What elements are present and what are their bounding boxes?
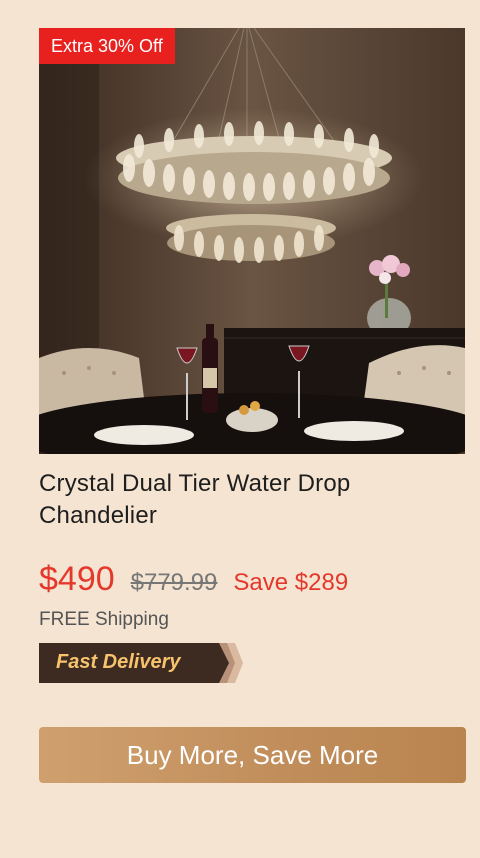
original-price: $779.99 [130,569,218,596]
chandelier-photo [39,28,465,454]
sale-price: $490 [39,560,115,598]
shipping-text: FREE Shipping [39,609,169,630]
fast-delivery-label: Fast Delivery [56,651,181,673]
product-image[interactable]: Extra 30% Off [39,28,465,454]
fast-delivery-tag: Fast Delivery [39,643,243,683]
discount-badge: Extra 30% Off [39,28,175,64]
price-row: $490 $779.99 Save $289 [39,560,465,599]
product-card[interactable]: Extra 30% Off Crystal Dual Tier Water Dr… [39,28,465,683]
buy-more-save-more-button[interactable]: Buy More, Save More [39,727,466,783]
product-title[interactable]: Crystal Dual Tier Water Drop Chandelier [39,468,465,532]
savings-text: Save $289 [233,569,349,596]
